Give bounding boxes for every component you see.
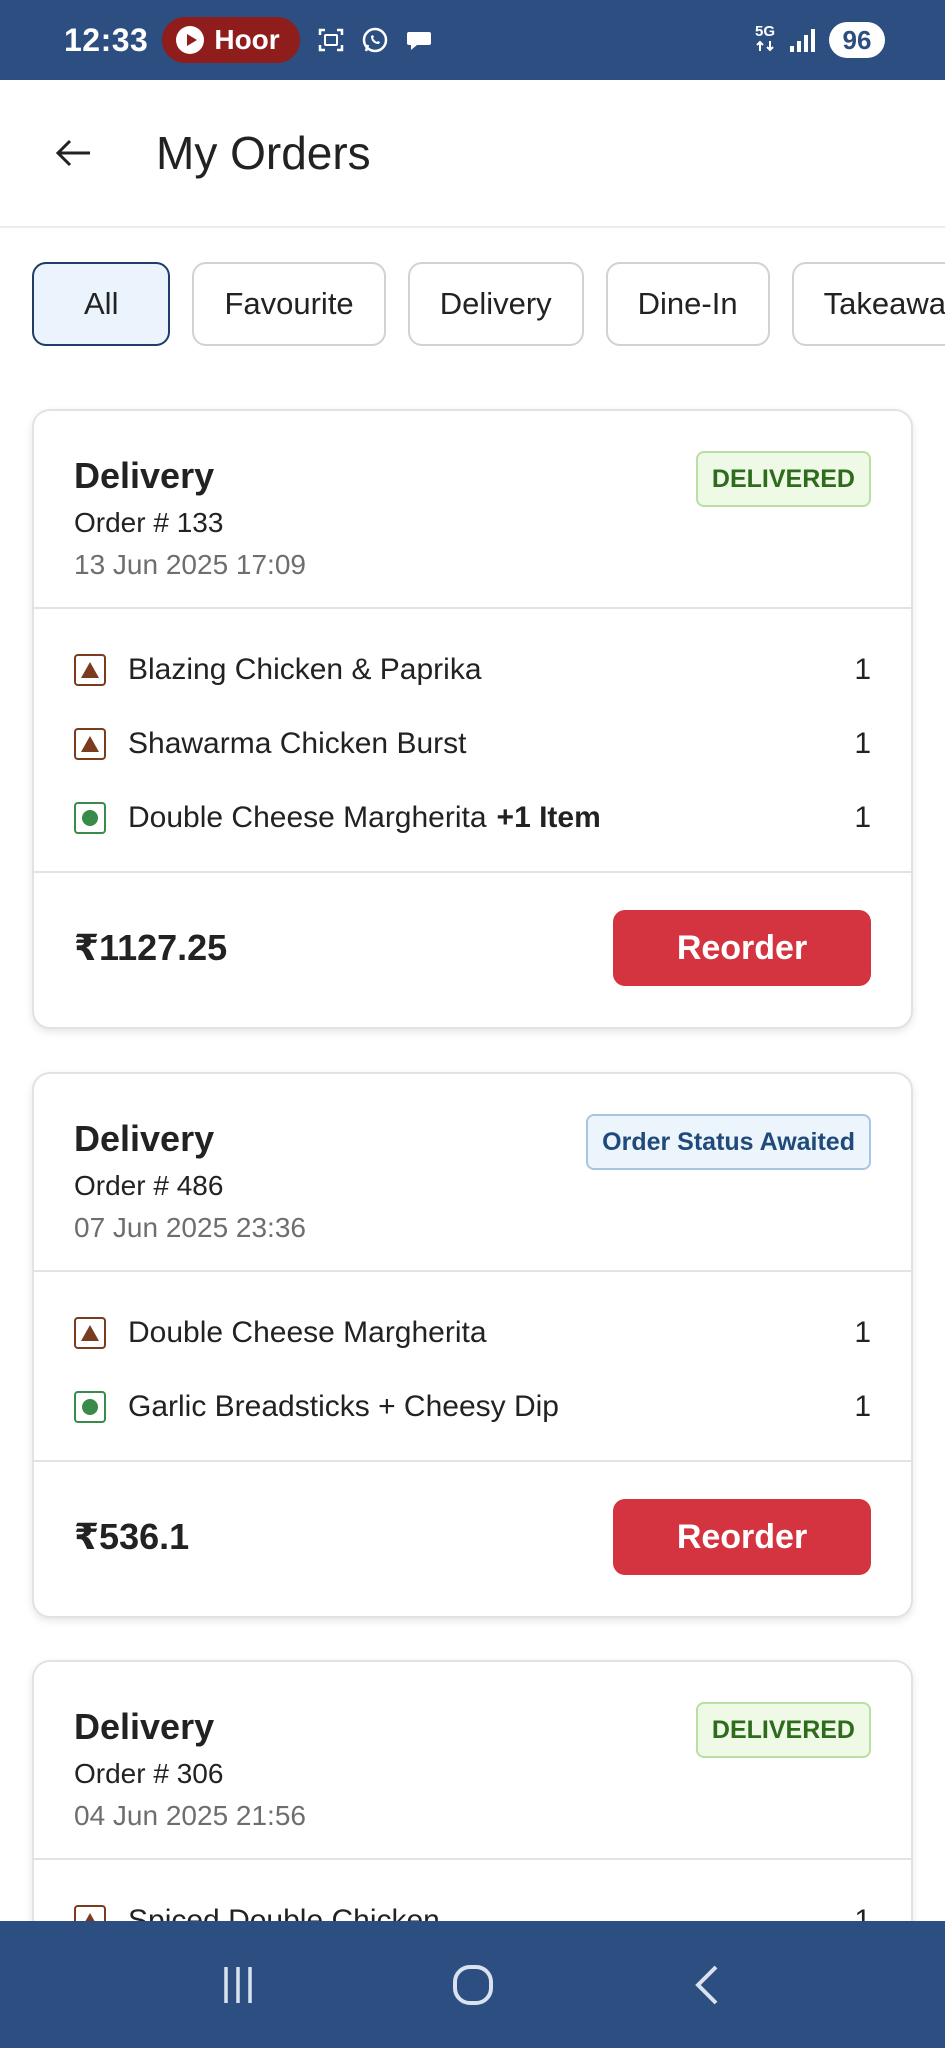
order-card[interactable]: Delivery Order # 486 07 Jun 2025 23:36 O… <box>32 1072 913 1618</box>
status-right: 5G 96 <box>754 22 885 58</box>
recent-apps-icon <box>223 1966 252 2003</box>
item-name: Garlic Breadsticks + Cheesy Dip <box>128 1390 559 1423</box>
veg-icon <box>74 802 106 834</box>
battery-indicator: 96 <box>829 22 885 58</box>
list-item: Double Cheese Margherita 1 <box>74 1296 871 1370</box>
item-name: Shawarma Chicken Burst <box>128 727 467 760</box>
order-date: 07 Jun 2025 23:36 <box>74 1212 306 1243</box>
item-name: Double Cheese Margherita <box>128 1316 487 1349</box>
status-time: 12:33 <box>64 21 149 58</box>
item-name: Double Cheese Margherita <box>128 801 487 834</box>
screen: 12:33 Hoor 5G 96 My Orders All Favourite… <box>0 0 945 2048</box>
order-footer: ₹1127.25 Reorder <box>34 873 911 1023</box>
order-items: Double Cheese Margherita 1 Garlic Breads… <box>34 1272 911 1462</box>
list-item: Blazing Chicken & Paprika 1 <box>74 633 871 707</box>
item-quantity: 1 <box>854 801 871 834</box>
item-name: Blazing Chicken & Paprika <box>128 653 482 686</box>
back-button[interactable] <box>38 117 110 189</box>
list-item: Shawarma Chicken Burst 1 <box>74 707 871 781</box>
screenshot-icon <box>316 25 346 55</box>
order-header: Delivery Order # 486 07 Jun 2025 23:36 O… <box>34 1074 911 1272</box>
status-badge: Order Status Awaited <box>586 1114 871 1170</box>
order-header: Delivery Order # 306 04 Jun 2025 21:56 D… <box>34 1662 911 1860</box>
reorder-button[interactable]: Reorder <box>613 910 871 986</box>
reorder-button[interactable]: Reorder <box>613 1499 871 1575</box>
whatsapp-icon <box>360 25 390 55</box>
screen-recording-pill[interactable]: Hoor <box>162 17 300 63</box>
order-number: Order # 133 <box>74 507 224 538</box>
order-date: 13 Jun 2025 17:09 <box>74 549 306 580</box>
item-quantity: 1 <box>854 1390 871 1423</box>
notification-icons <box>316 25 434 55</box>
order-card[interactable]: Delivery Order # 133 13 Jun 2025 17:09 D… <box>32 409 913 1029</box>
filter-favourite[interactable]: Favourite <box>192 262 386 346</box>
order-date: 04 Jun 2025 21:56 <box>74 1800 306 1831</box>
order-total: ₹1127.25 <box>74 927 228 968</box>
back-icon <box>694 1965 717 2004</box>
record-icon <box>176 26 205 54</box>
non-veg-icon <box>74 1317 106 1349</box>
filter-delivery[interactable]: Delivery <box>407 262 584 346</box>
order-footer: ₹536.1 Reorder <box>34 1462 911 1612</box>
filter-all[interactable]: All <box>32 262 171 346</box>
arrow-left-icon <box>55 139 90 167</box>
status-badge: DELIVERED <box>695 451 871 507</box>
network-indicator: 5G <box>754 24 776 57</box>
recent-apps-button[interactable] <box>198 1945 278 2025</box>
list-item: Double Cheese Margherita +1 Item 1 <box>74 781 871 855</box>
home-button[interactable] <box>433 1945 513 2025</box>
non-veg-icon <box>74 654 106 686</box>
order-number: Order # 486 <box>74 1170 224 1201</box>
order-header: Delivery Order # 133 13 Jun 2025 17:09 D… <box>34 411 911 609</box>
status-badge: DELIVERED <box>695 1702 871 1758</box>
order-items: Blazing Chicken & Paprika 1 Shawarma Chi… <box>34 609 911 873</box>
filter-takeaway[interactable]: Takeawa <box>791 262 945 346</box>
list-item: Garlic Breadsticks + Cheesy Dip 1 <box>74 1370 871 1444</box>
item-quantity: 1 <box>854 727 871 760</box>
status-bar: 12:33 Hoor 5G 96 <box>0 0 945 80</box>
data-arrows-icon <box>756 40 774 51</box>
recording-label: Hoor <box>214 24 280 55</box>
more-items-label: +1 Item <box>496 801 601 834</box>
system-nav-bar <box>0 1921 945 2048</box>
filter-chips: All Favourite Delivery Dine-In Takeawa <box>32 262 945 346</box>
home-icon <box>452 1964 493 2005</box>
filter-dine-in[interactable]: Dine-In <box>605 262 770 346</box>
network-label: 5G <box>754 22 775 40</box>
item-quantity: 1 <box>854 1316 871 1349</box>
item-quantity: 1 <box>854 653 871 686</box>
signal-icon <box>790 28 815 52</box>
nav-back-button[interactable] <box>668 1945 748 2025</box>
non-veg-icon <box>74 728 106 760</box>
order-total: ₹536.1 <box>74 1516 190 1557</box>
order-number: Order # 306 <box>74 1758 224 1789</box>
page-title: My Orders <box>156 127 371 179</box>
chat-bubble-icon <box>404 25 434 55</box>
veg-icon <box>74 1391 106 1423</box>
app-header: My Orders <box>0 80 945 228</box>
